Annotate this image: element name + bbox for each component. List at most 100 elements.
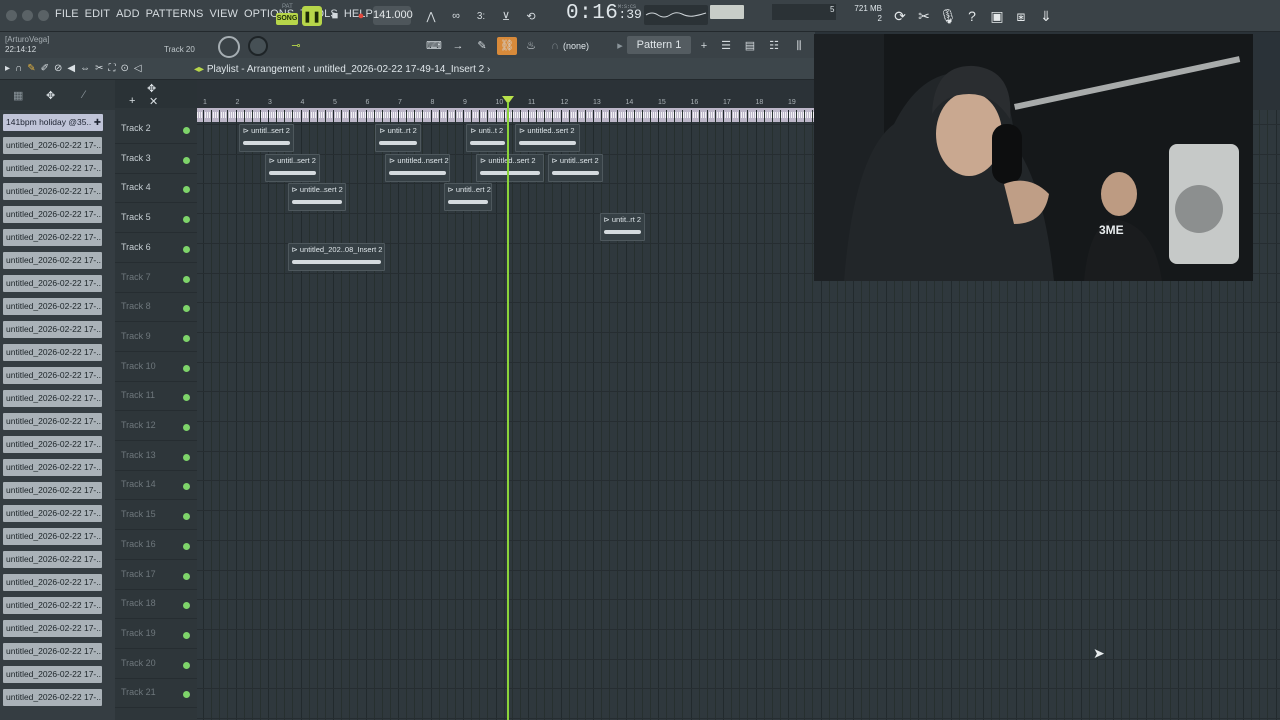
track-enable-led[interactable] — [183, 186, 190, 194]
select-icon[interactable]: ⛶ — [108, 63, 115, 74]
picker-item[interactable]: untitled_2026-02-22 17-.. — [3, 160, 102, 177]
add-pattern-icon[interactable]: + — [694, 37, 714, 55]
wait-icon[interactable]: ∞ — [446, 6, 466, 26]
master-volume-knob[interactable] — [218, 36, 240, 58]
track-header[interactable]: Track 3 — [115, 144, 197, 174]
slip-icon[interactable]: ⇔ — [80, 63, 90, 74]
level-slider[interactable]: ⊸ — [286, 37, 306, 55]
track-header[interactable]: Track 5 — [115, 203, 197, 234]
menu-item-edit[interactable]: EDIT — [85, 8, 110, 20]
track-enable-led[interactable] — [183, 127, 190, 134]
track-enable-led[interactable] — [183, 542, 190, 550]
picker-item[interactable]: untitled_2026-02-22 17-.. — [3, 183, 102, 200]
picker-item[interactable]: untitled_2026-02-22 17-.. — [3, 229, 102, 246]
snap-selector[interactable]: (none) — [563, 41, 589, 51]
track-enable-led[interactable] — [183, 513, 190, 521]
menu-item-view[interactable]: VIEW — [209, 8, 238, 20]
picker-item[interactable]: untitled_2026-02-22 17-.. — [3, 436, 102, 453]
step-edit-icon[interactable]: ⊻ — [496, 6, 516, 26]
picker-item[interactable]: untitled_2026-02-22 17-.. — [3, 344, 102, 361]
track-header[interactable]: Track 6 — [115, 233, 197, 263]
track-enable-led[interactable] — [183, 661, 190, 669]
track-enable-led[interactable] — [183, 691, 190, 699]
track-header[interactable]: Track 15 — [115, 500, 197, 531]
plugin-icon[interactable]: ⧆ — [1011, 6, 1031, 26]
delete-icon[interactable]: ⊘ — [54, 63, 62, 74]
picker-item[interactable]: untitled_2026-02-22 17-.. — [3, 252, 102, 269]
track-enable-led[interactable] — [183, 156, 190, 164]
paint-icon[interactable]: ✐ — [41, 63, 49, 74]
track-header[interactable]: Track 21 — [115, 678, 197, 709]
picker-item[interactable]: untitled_2026-02-22 17-.. — [3, 321, 102, 338]
song-mode-button[interactable]: SONG — [276, 13, 298, 25]
track-enable-led[interactable] — [183, 424, 190, 431]
picker-item[interactable]: untitled_2026-02-22 17-.. — [3, 367, 102, 384]
menu-item-add[interactable]: ADD — [116, 8, 140, 20]
audio-clip[interactable]: ⊳ untitl..ert 2 — [443, 183, 493, 212]
speaker-icon[interactable]: ◁ — [134, 63, 142, 74]
stamp-icon[interactable]: ♨ — [521, 37, 541, 55]
audio-clip[interactable]: ⊳ unti..t 2 — [466, 124, 509, 152]
audio-clip[interactable]: ⊳ untitled..sert 2 — [476, 153, 545, 182]
picker-item[interactable]: untitled_2026-02-22 17-.. — [3, 597, 102, 614]
countdown-icon[interactable]: 3: — [471, 6, 491, 26]
save-icon[interactable]: ▣ — [987, 6, 1007, 26]
picker-item[interactable]: untitled_2026-02-22 17-.. — [3, 206, 102, 223]
audio-clip[interactable]: ⊳ untitle..sert 2 — [287, 183, 346, 212]
track-header[interactable]: Track 11 — [115, 381, 197, 412]
time-display[interactable]: 0:16:39 M:S:CS — [566, 2, 642, 25]
track-header[interactable]: Track 14 — [115, 470, 197, 501]
picker-item[interactable]: untitled_2026-02-22 17-.. — [3, 551, 102, 568]
piano-roll-icon[interactable]: ⌨ — [424, 37, 444, 55]
playlist-icon[interactable]: ☰ — [716, 37, 736, 55]
track-enable-led[interactable] — [183, 245, 190, 253]
audio-clip[interactable]: ⊳ untitl..sert 2 — [547, 153, 603, 182]
brush-icon[interactable]: ✎ — [472, 37, 492, 55]
track-enable-led[interactable] — [183, 275, 190, 283]
record-icon[interactable]: ● — [351, 6, 371, 26]
picker-item[interactable]: untitled_2026-02-22 17-.. — [3, 298, 102, 315]
metronome-icon[interactable]: ⋀ — [421, 6, 441, 26]
magnet-tool-icon[interactable]: ∩ — [15, 63, 22, 74]
audio-clip[interactable]: ⊳ untitled_202..08_Insert 2 — [287, 242, 385, 271]
track-enable-led[interactable] — [183, 394, 190, 402]
picker-item[interactable]: untitled_2026-02-22 17-.. — [3, 390, 102, 407]
picker-item[interactable]: untitled_2026-02-22 17-.. — [3, 482, 102, 499]
master-pitch-knob[interactable] — [248, 36, 268, 56]
track-header[interactable]: Track 4 — [115, 173, 197, 204]
picker-grid-icon[interactable]: ▦ — [13, 89, 23, 102]
mute-icon[interactable]: ◀ — [67, 63, 75, 74]
track-header[interactable]: Track 20 — [115, 649, 197, 679]
plugin-picker-icon[interactable]: ⫼ — [789, 37, 809, 55]
track-header[interactable]: Track 16 — [115, 530, 197, 560]
pause-icon[interactable]: ❚❚ — [302, 6, 322, 26]
move-icon[interactable]: ✥ — [147, 82, 156, 95]
track-header[interactable]: Track 9 — [115, 322, 197, 352]
picker-move-icon[interactable]: ✥ — [46, 89, 55, 102]
tools-icon[interactable]: ✂ — [914, 6, 934, 26]
track-header[interactable]: Track 18 — [115, 589, 197, 620]
track-enable-led[interactable] — [183, 364, 190, 372]
help-icon[interactable]: ? — [962, 6, 982, 26]
download-icon[interactable]: ⇓ — [1036, 6, 1056, 26]
track-header[interactable]: Track 12 — [115, 411, 197, 441]
track-enable-led[interactable] — [183, 483, 190, 491]
track-header[interactable]: Track 2 — [115, 114, 197, 144]
track-enable-led[interactable] — [183, 602, 190, 610]
track-header[interactable]: Track 8 — [115, 292, 197, 323]
track-header[interactable]: Track 7 — [115, 263, 197, 293]
picker-item[interactable]: untitled_2026-02-22 17-.. — [3, 505, 102, 522]
track-enable-led[interactable] — [183, 572, 190, 580]
audio-clip[interactable]: ⊳ untit..rt 2 — [599, 213, 645, 242]
audio-clip[interactable]: ⊳ untitled..sert 2 — [515, 124, 580, 152]
track-header[interactable]: Track 19 — [115, 619, 197, 649]
arrow-icon[interactable]: ▸ — [5, 63, 10, 74]
window-close-button[interactable] — [6, 10, 17, 21]
audio-clip[interactable]: ⊳ untitled..nsert 2 — [385, 153, 450, 182]
picker-item[interactable]: untitled_2026-02-22 17-.. — [3, 413, 102, 430]
track-header[interactable]: Track 10 — [115, 352, 197, 382]
pattern-selector[interactable]: Pattern 1 — [627, 36, 691, 54]
magnet-icon[interactable]: ∩ — [545, 37, 565, 55]
window-minimize-button[interactable] — [22, 10, 33, 21]
slice-icon[interactable]: ✂ — [95, 63, 103, 74]
